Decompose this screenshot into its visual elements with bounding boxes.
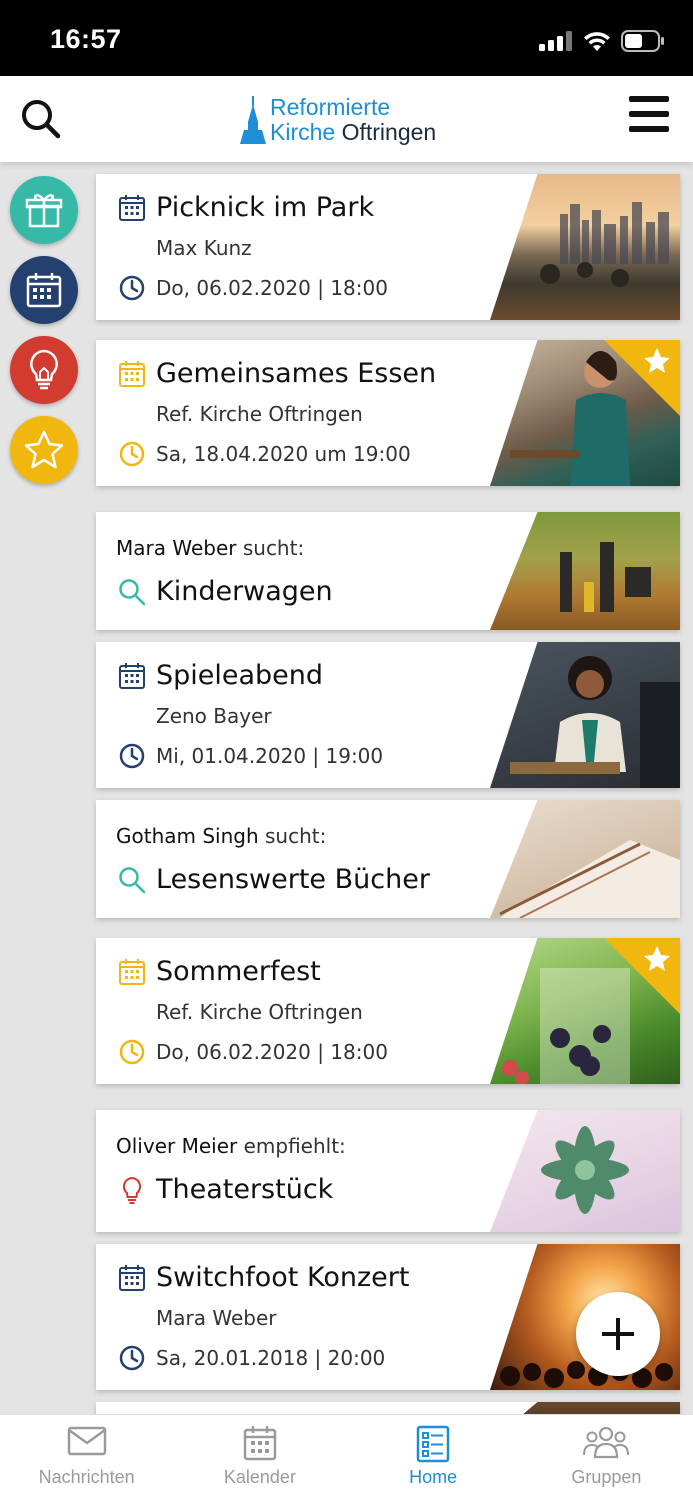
event-title: Gemeinsames Essen bbox=[156, 358, 437, 389]
search-verb: sucht: bbox=[265, 824, 327, 848]
status-bar: 16:57 bbox=[0, 0, 693, 76]
event-organizer: Zeno Bayer bbox=[156, 704, 272, 728]
nav-label: Home bbox=[409, 1467, 458, 1487]
search-title: Lesenswerte Bücher bbox=[156, 864, 430, 895]
logo-word-oftringen: Oftringen bbox=[341, 119, 437, 145]
nav-item-kalender[interactable]: Kalender bbox=[173, 1415, 346, 1500]
calendar-icon bbox=[243, 1426, 277, 1461]
search-image bbox=[490, 512, 680, 630]
nav-label: Nachrichten bbox=[38, 1467, 135, 1487]
recommendation-card[interactable]: Oliver Meier empfiehlt: Theaterstück bbox=[96, 1110, 680, 1232]
clock-icon bbox=[119, 1039, 145, 1065]
calendar-icon bbox=[119, 959, 145, 985]
logo-line-2: Kirche Oftringen bbox=[270, 119, 436, 146]
calendar-icon bbox=[26, 273, 62, 308]
filter-favorites-button[interactable] bbox=[10, 416, 78, 484]
nav-label: Gruppen bbox=[571, 1467, 642, 1487]
recommendation-verb: empfiehlt: bbox=[243, 1134, 346, 1158]
event-card[interactable]: Sommerfest Ref. Kirche Oftringen Do, 06.… bbox=[96, 938, 680, 1084]
search-verb: sucht: bbox=[242, 536, 305, 560]
event-date: Sa, 20.01.2018 | 20:00 bbox=[156, 1346, 386, 1370]
event-title: Picknick im Park bbox=[156, 192, 375, 223]
search-icon bbox=[119, 867, 146, 894]
nav-item-gruppen[interactable]: Gruppen bbox=[520, 1415, 693, 1500]
calendar-icon bbox=[119, 1265, 145, 1291]
hamburger-icon bbox=[629, 96, 669, 132]
filter-gifts-button[interactable] bbox=[10, 176, 78, 244]
event-image bbox=[490, 642, 680, 788]
clock-icon bbox=[119, 1345, 145, 1371]
event-card[interactable]: Gemeinsames Essen Ref. Kirche Oftringen … bbox=[96, 340, 680, 486]
search-title: Kinderwagen bbox=[156, 576, 333, 607]
star-icon bbox=[644, 348, 670, 373]
search-card[interactable]: Mara Weber sucht: Kinderwagen bbox=[96, 512, 680, 630]
plus-icon bbox=[602, 1318, 634, 1350]
event-organizer: Mara Weber bbox=[156, 1306, 277, 1330]
event-image bbox=[490, 174, 680, 320]
event-organizer: Ref. Kirche Oftringen bbox=[156, 1000, 363, 1024]
add-button[interactable] bbox=[576, 1292, 660, 1376]
menu-button[interactable] bbox=[629, 96, 671, 136]
recommendation-author-line: Oliver Meier empfiehlt: bbox=[116, 1134, 346, 1158]
status-time: 16:57 bbox=[50, 24, 122, 54]
nav-item-nachrichten[interactable]: Nachrichten bbox=[0, 1415, 173, 1500]
search-user: Mara Weber bbox=[116, 536, 237, 560]
nav-item-home[interactable]: Home bbox=[347, 1415, 520, 1500]
search-icon bbox=[119, 579, 146, 606]
search-icon bbox=[22, 100, 61, 139]
star-icon bbox=[24, 430, 64, 469]
wifi-icon bbox=[584, 32, 610, 51]
calendar-icon bbox=[119, 663, 145, 689]
bottom-navigation: Nachrichten Kalender Home Gruppen bbox=[0, 1414, 693, 1500]
filter-events-button[interactable] bbox=[10, 256, 78, 324]
event-organizer: Max Kunz bbox=[156, 236, 252, 260]
app-header: Reformierte Kirche Oftringen bbox=[0, 76, 693, 162]
recommendation-title: Theaterstück bbox=[156, 1174, 334, 1205]
signal-icon bbox=[539, 31, 572, 51]
steeple-icon bbox=[240, 96, 266, 144]
list-icon bbox=[416, 1425, 450, 1463]
clock-icon bbox=[119, 275, 145, 301]
event-title: Sommerfest bbox=[156, 956, 321, 987]
lightbulb-icon bbox=[30, 349, 58, 390]
mail-icon bbox=[67, 1426, 106, 1456]
star-icon bbox=[644, 946, 670, 971]
battery-icon bbox=[621, 30, 664, 52]
filter-recommendations-button[interactable] bbox=[10, 336, 78, 404]
lightbulb-icon bbox=[122, 1176, 142, 1204]
status-icons bbox=[539, 30, 665, 52]
search-image bbox=[490, 800, 680, 918]
clock-icon bbox=[119, 743, 145, 769]
gift-icon bbox=[25, 194, 63, 228]
nav-label: Kalender bbox=[223, 1467, 296, 1487]
recommendation-user: Oliver Meier bbox=[116, 1134, 238, 1158]
event-title: Switchfoot Konzert bbox=[156, 1262, 410, 1293]
search-author-line: Mara Weber sucht: bbox=[116, 536, 304, 560]
event-card[interactable]: Picknick im Park Max Kunz Do, 06.02.2020… bbox=[96, 174, 680, 320]
event-date: Do, 06.02.2020 | 18:00 bbox=[156, 1040, 388, 1064]
event-card[interactable]: Spieleabend Zeno Bayer Mi, 01.04.2020 | … bbox=[96, 642, 680, 788]
recommendation-image bbox=[490, 1110, 680, 1232]
event-date: Sa, 18.04.2020 um 19:00 bbox=[156, 442, 411, 466]
logo-word-kirche: Kirche bbox=[270, 119, 336, 145]
group-icon bbox=[583, 1426, 630, 1459]
event-date: Mi, 01.04.2020 | 19:00 bbox=[156, 744, 384, 768]
event-title: Spieleabend bbox=[156, 660, 324, 691]
search-card[interactable]: Gotham Singh sucht: Lesenswerte Bücher bbox=[96, 800, 680, 918]
clock-icon bbox=[119, 441, 145, 467]
logo-line-1: Reformierte bbox=[270, 94, 391, 120]
filter-bar bbox=[10, 176, 78, 496]
search-button[interactable] bbox=[20, 98, 66, 144]
event-date: Do, 06.02.2020 | 18:00 bbox=[156, 276, 388, 300]
calendar-icon bbox=[119, 195, 145, 221]
search-author-line: Gotham Singh sucht: bbox=[116, 824, 326, 848]
calendar-icon bbox=[119, 361, 145, 387]
search-user: Gotham Singh bbox=[116, 824, 259, 848]
event-organizer: Ref. Kirche Oftringen bbox=[156, 402, 363, 426]
